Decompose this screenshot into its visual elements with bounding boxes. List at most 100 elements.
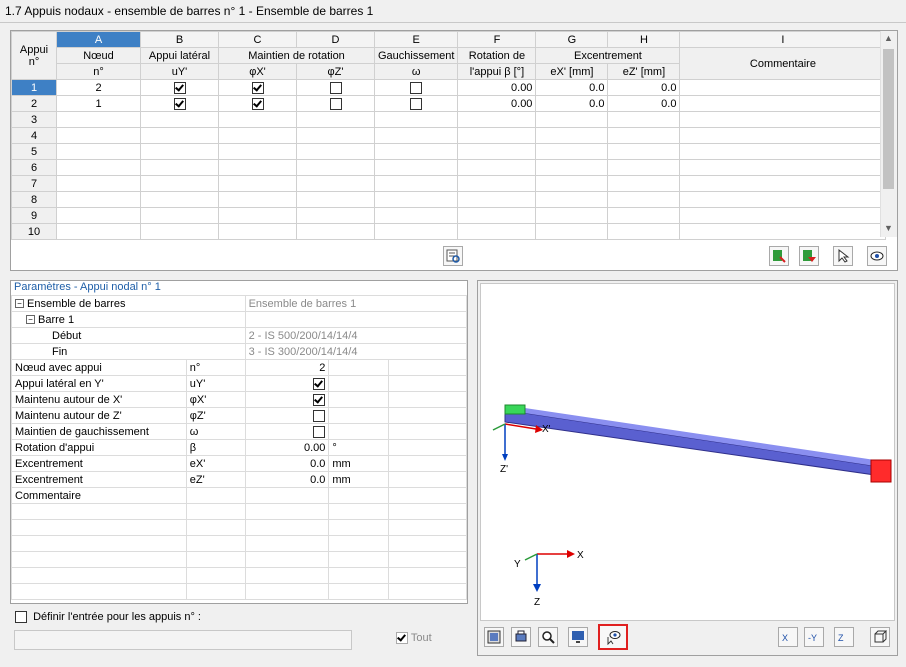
phix-cell[interactable]: [218, 79, 297, 96]
param-row[interactable]: Excentrement eZ' 0.0 mm: [11, 471, 467, 488]
noeud-cell[interactable]: [56, 175, 141, 192]
table-row[interactable]: 2 1 0.00 0.0 0.0: [11, 95, 887, 112]
param-row[interactable]: Maintenu autour de Z' φZ': [11, 407, 467, 424]
uy-cell[interactable]: [140, 159, 219, 176]
omega-cell[interactable]: [373, 95, 459, 112]
supports-list-input[interactable]: [14, 630, 352, 650]
comment-cell[interactable]: [679, 127, 887, 144]
uy-checkbox[interactable]: [173, 97, 186, 110]
param-checkbox[interactable]: [313, 393, 326, 406]
phix-cell[interactable]: [218, 159, 297, 176]
param-checkbox[interactable]: [313, 425, 326, 438]
table-row[interactable]: 9: [11, 207, 887, 224]
view-z-button[interactable]: Z: [834, 627, 854, 647]
omega-checkbox[interactable]: [410, 97, 423, 110]
phiz-cell[interactable]: [296, 79, 375, 96]
uy-cell[interactable]: [140, 143, 219, 160]
row-number[interactable]: 8: [11, 191, 57, 208]
beta-cell[interactable]: [457, 159, 537, 176]
scrollbar-thumb[interactable]: [883, 49, 894, 189]
noeud-cell[interactable]: [56, 127, 141, 144]
table-row[interactable]: 3: [11, 111, 887, 128]
beta-cell[interactable]: [457, 207, 537, 224]
ez-cell[interactable]: [607, 207, 681, 224]
phiz-cell[interactable]: [296, 127, 375, 144]
beta-cell[interactable]: 0.00: [457, 95, 537, 112]
ex-cell[interactable]: [535, 175, 609, 192]
uy-cell[interactable]: [140, 223, 219, 240]
table-row[interactable]: 5: [11, 143, 887, 160]
param-row[interactable]: Nœud avec appui n° 2: [11, 359, 467, 376]
show-view-button[interactable]: [867, 246, 887, 266]
row-number[interactable]: 5: [11, 143, 57, 160]
display-button[interactable]: [568, 627, 588, 647]
phiz-checkbox[interactable]: [329, 81, 342, 94]
ez-cell[interactable]: [607, 127, 681, 144]
comment-cell[interactable]: [679, 207, 887, 224]
param-value-cell[interactable]: 0.0: [244, 455, 330, 472]
uy-cell[interactable]: [140, 95, 219, 112]
row-number[interactable]: 7: [11, 175, 57, 192]
param-row[interactable]: Commentaire: [11, 487, 467, 504]
zoom-button[interactable]: [538, 627, 558, 647]
noeud-cell[interactable]: [56, 223, 141, 240]
col-letter-e[interactable]: E: [373, 31, 459, 48]
tout-checkbox-row[interactable]: Tout: [396, 632, 432, 645]
phix-cell[interactable]: [218, 111, 297, 128]
row-number[interactable]: 1: [11, 79, 57, 96]
ez-cell[interactable]: [607, 223, 681, 240]
phix-cell[interactable]: [218, 223, 297, 240]
phiz-checkbox[interactable]: [329, 97, 342, 110]
omega-cell[interactable]: [373, 111, 459, 128]
phiz-cell[interactable]: [296, 223, 375, 240]
show-view-toggle-button[interactable]: [598, 624, 628, 650]
noeud-cell[interactable]: 2: [56, 79, 141, 96]
table-vertical-scrollbar[interactable]: ▲ ▼: [880, 31, 897, 237]
ex-cell[interactable]: [535, 111, 609, 128]
comment-cell[interactable]: [679, 159, 887, 176]
row-number[interactable]: 3: [11, 111, 57, 128]
omega-cell[interactable]: [373, 79, 459, 96]
ex-cell[interactable]: [535, 143, 609, 160]
ez-cell[interactable]: [607, 175, 681, 192]
comment-cell[interactable]: [679, 223, 887, 240]
param-checkbox[interactable]: [313, 377, 326, 390]
collapse-icon[interactable]: −: [15, 299, 24, 309]
phix-cell[interactable]: [218, 175, 297, 192]
omega-cell[interactable]: [373, 159, 459, 176]
phix-cell[interactable]: [218, 191, 297, 208]
noeud-cell[interactable]: 1: [56, 95, 141, 112]
ez-cell[interactable]: [607, 143, 681, 160]
table-row[interactable]: 1 2 0.00 0.0 0.0: [11, 79, 887, 96]
comment-cell[interactable]: [679, 79, 887, 96]
col-letter-c[interactable]: C: [218, 31, 297, 48]
param-row[interactable]: Appui latéral en Y' uY': [11, 375, 467, 392]
param-ensemble-row[interactable]: − Ensemble de barres Ensemble de barres 1: [11, 295, 468, 312]
phix-cell[interactable]: [218, 95, 297, 112]
phiz-cell[interactable]: [296, 95, 375, 112]
col-letter-i[interactable]: I: [679, 31, 887, 48]
uy-checkbox[interactable]: [173, 81, 186, 94]
param-row[interactable]: Rotation d'appui β 0.00 °: [11, 439, 467, 456]
view-print-button[interactable]: [511, 627, 531, 647]
param-value-cell[interactable]: 2: [244, 359, 330, 376]
phix-checkbox[interactable]: [251, 81, 264, 94]
noeud-cell[interactable]: [56, 111, 141, 128]
beta-cell[interactable]: [457, 223, 537, 240]
row-number[interactable]: 6: [11, 159, 57, 176]
beta-cell[interactable]: 0.00: [457, 79, 537, 96]
param-checkbox[interactable]: [313, 409, 326, 422]
define-supports-checkbox[interactable]: [15, 611, 27, 624]
beta-cell[interactable]: [457, 175, 537, 192]
view-table-button[interactable]: [484, 627, 504, 647]
noeud-cell[interactable]: [56, 159, 141, 176]
beta-cell[interactable]: [457, 111, 537, 128]
param-row[interactable]: Maintien de gauchissement ω: [11, 423, 467, 440]
noeud-cell[interactable]: [56, 207, 141, 224]
ez-cell[interactable]: 0.0: [607, 79, 681, 96]
comment-cell[interactable]: [679, 95, 887, 112]
omega-cell[interactable]: [373, 223, 459, 240]
define-supports-checkbox-row[interactable]: Définir l'entrée pour les appuis n° :: [15, 611, 201, 624]
phiz-cell[interactable]: [296, 175, 375, 192]
table-row[interactable]: 10: [11, 223, 887, 240]
